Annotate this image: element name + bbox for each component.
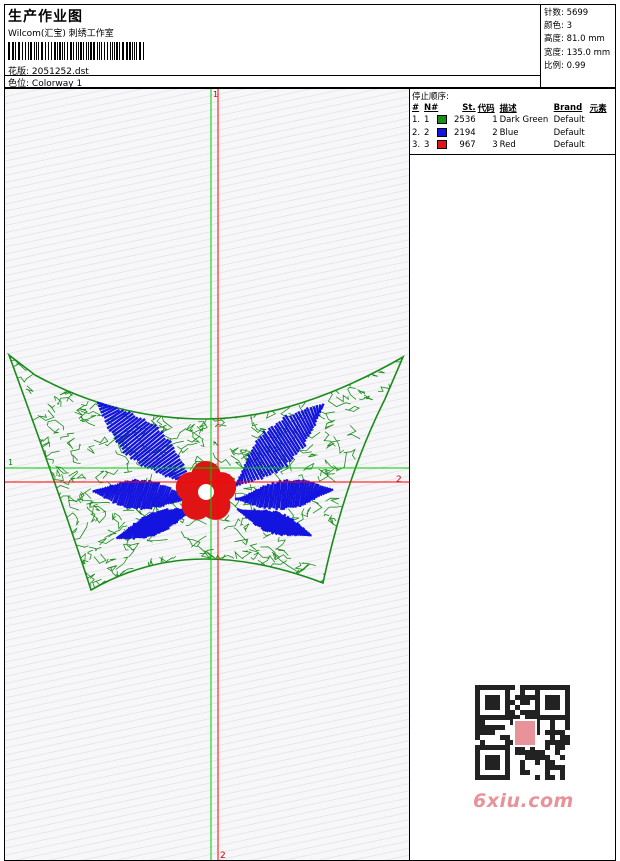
qr-code [470,680,578,790]
stat-height: 高度: 81.0 mm [544,34,605,45]
stat-colors: 颜色: 3 [544,21,572,32]
header-info: 生产作业图 Wilcom(汇宝) 刺绣工作室 花版: 2051252.dst 色… [5,5,541,89]
row-brand: Default [553,115,585,126]
row-needle: 1 [423,114,453,127]
stat-scale: 比例: 0.99 [544,60,586,71]
table-row: 1. 1 2536 1 Dark Green Default [411,114,608,127]
stop-sequence-box: 停止顺序: # N# St. 代码 描述 Brand 元素 1. 1 2536 1 Da… [410,89,615,155]
stat-width: 宽度: 135.0 mm [544,47,611,58]
row-element [589,127,608,140]
needle-number: 1 [424,115,430,126]
header-panel: 生产作业图 Wilcom(汇宝) 刺绣工作室 花版: 2051252.dst 色… [4,4,616,89]
row-index: 2. [412,127,421,138]
design-stats: 针数: 5699 颜色: 3 高度: 81.0 mm 宽度: 135.0 mm … [542,5,616,87]
row-brand: Default [553,140,585,151]
row-element [589,114,608,127]
row-stitches: 967 [459,140,476,151]
row-code: 1 [492,115,498,126]
axis-label-right: 2 [396,475,402,485]
stat-stitches: 针数: 5699 [544,8,589,18]
color-swatch [437,127,448,137]
col-brand: Brand [553,102,583,113]
row-brand: Default [553,127,585,138]
col-needle: N# [424,102,439,113]
axis-label-bottom: 2 [220,851,226,861]
row-description: Blue [499,127,519,138]
row-description: Red [499,140,516,151]
studio-name: Wilcom(汇宝) 刺绣工作室 [8,29,114,39]
col-index: # [412,102,420,113]
col-element: 元素 [589,103,607,114]
color-sequence-table: # N# St. 代码 描述 Brand 元素 1. 1 2536 1 Dark Gre… [411,101,608,152]
table-row: 2. 2 2194 2 Blue Default [411,127,608,140]
row-stitches: 2536 [454,115,476,126]
color-swatch [437,115,448,125]
row-needle: 2 [423,127,453,140]
row-needle: 3 [423,139,453,152]
col-description: 描述 [499,103,517,114]
row-description: Dark Green [499,115,549,126]
color-swatch [437,140,448,150]
axis-label-top: 1 [213,90,218,99]
row-element [589,139,608,152]
axis-label-left: 1 [8,458,13,467]
embroidery-design: 1 2 1 2 [5,89,409,861]
table-header-row: # N# St. 代码 描述 Brand 元素 [411,101,608,114]
design-preview: 1 2 1 2 [4,88,410,861]
col-code: 代码 [477,103,495,114]
needle-number: 3 [424,140,430,151]
table-row: 3. 3 967 3 Red Default [411,139,608,152]
col-stitches: St. [462,102,476,113]
row-index: 3. [412,140,421,151]
qr-code-image [475,685,570,780]
watermark-text: 6xiu.com [473,790,574,812]
page-title: 生产作业图 [8,9,83,25]
row-code: 3 [492,140,498,151]
barcode [8,42,144,60]
red-flower [175,461,237,520]
row-index: 1. [412,115,421,126]
needle-number: 2 [424,127,430,138]
row-stitches: 2194 [454,127,476,138]
row-code: 2 [492,127,498,138]
